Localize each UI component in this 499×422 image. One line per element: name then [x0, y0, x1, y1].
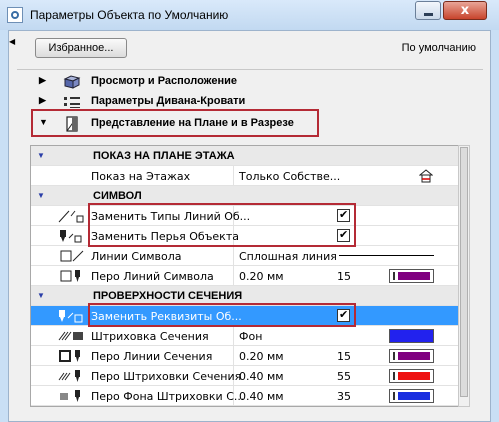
row-name: Перо Линии Сечения: [91, 350, 213, 363]
3d-box-icon: [63, 75, 81, 89]
table-row[interactable]: Перо Штриховки Сечения 0.40 мм 55: [31, 366, 459, 386]
cut-bg-pen-icon: [60, 390, 80, 402]
table-row[interactable]: Перо Линии Сечения 0.20 мм 15: [31, 346, 459, 366]
window-title: Параметры Объекта по Умолчанию: [30, 8, 229, 22]
row-value[interactable]: Сплошная линия: [239, 250, 337, 263]
group-collapse-icon[interactable]: ▼: [37, 191, 45, 200]
panel-label: Просмотр и Расположение: [91, 75, 237, 87]
settings-table: ▼ ПОКАЗ НА ПЛАНЕ ЭТАЖА Показ на Этажах Т…: [30, 145, 460, 407]
fill-override-icon: [59, 310, 83, 323]
panel-label: Параметры Дивана-Кровати: [91, 95, 246, 107]
row-value: 0.20 мм: [239, 270, 284, 283]
pen-number[interactable]: 15: [337, 350, 351, 363]
close-button[interactable]: x: [443, 1, 487, 20]
pen-number[interactable]: 35: [337, 390, 351, 403]
collapse-arrow-icon[interactable]: ◀: [9, 37, 15, 46]
group-label: ПРОВЕРХНОСТИ СЕЧЕНИЯ: [93, 290, 243, 302]
divider: [17, 69, 483, 70]
row-value[interactable]: Только Собстве...: [239, 170, 340, 183]
table-row[interactable]: Штриховка Сечения Фон: [31, 326, 459, 346]
story-icon: [419, 169, 433, 183]
symbol-line-icon: [60, 250, 84, 262]
row-name: Перо Линий Символа: [91, 270, 214, 283]
group-collapse-icon[interactable]: ▼: [37, 151, 45, 160]
pen-color-swatch[interactable]: [389, 389, 434, 403]
hatch-icon: [58, 331, 83, 341]
parameters-icon: [64, 97, 80, 108]
group-label: ПОКАЗ НА ПЛАНЕ ЭТАЖА: [93, 150, 235, 162]
table-row[interactable]: Линии Символа Сплошная линия: [31, 246, 459, 266]
pen-color-swatch[interactable]: [389, 349, 434, 363]
table-row[interactable]: Показ на Этажах Только Собстве...: [31, 166, 459, 186]
window: Параметры Объекта по Умолчанию x ◀ Избра…: [0, 0, 499, 422]
expand-arrow-icon[interactable]: ▶: [39, 95, 46, 106]
pen-icon: [60, 230, 82, 243]
expand-arrow-icon[interactable]: ▶: [39, 75, 46, 86]
table-row[interactable]: Перо Фона Штриховки С... 0.40 мм 35: [31, 386, 459, 406]
row-value: 0.40 мм: [239, 370, 284, 383]
title-bar[interactable]: Параметры Объекта по Умолчанию x: [0, 0, 499, 30]
row-name: Перо Штриховки Сечения: [91, 370, 242, 383]
cut-fill-pen-icon: [58, 370, 80, 382]
default-label: По умолчанию: [401, 42, 476, 54]
pen-number[interactable]: 55: [337, 370, 351, 383]
scrollbar-thumb[interactable]: [460, 147, 468, 397]
symbol-pen-icon: [60, 270, 80, 282]
highlight-panel: [31, 109, 319, 137]
panel-view-placement[interactable]: ▶ Просмотр и Расположение: [35, 73, 483, 91]
group-collapse-icon[interactable]: ▼: [37, 291, 45, 300]
line-type-icon: [58, 210, 84, 223]
row-name: Линии Символа: [91, 250, 182, 263]
minimize-button[interactable]: [415, 1, 441, 20]
highlight-fill-override: [88, 303, 356, 327]
row-value[interactable]: Фон: [239, 330, 262, 343]
row-value: 0.20 мм: [239, 350, 284, 363]
app-icon: [7, 7, 23, 23]
fill-color-swatch[interactable]: [389, 329, 434, 343]
row-name: Перо Фона Штриховки С...: [91, 390, 245, 403]
row-name: Штриховка Сечения: [91, 330, 209, 343]
pen-color-swatch[interactable]: [389, 269, 434, 283]
group-floor-plan[interactable]: ▼ ПОКАЗ НА ПЛАНЕ ЭТАЖА: [31, 146, 459, 166]
vertical-scrollbar[interactable]: [458, 145, 470, 407]
cut-line-pen-icon: [59, 350, 80, 362]
favorites-button[interactable]: Избранное...: [35, 38, 127, 58]
highlight-overrides: [88, 203, 356, 247]
pen-number[interactable]: 15: [337, 270, 351, 283]
line-type-sample: [339, 255, 434, 256]
close-icon: x: [460, 3, 470, 18]
pen-color-swatch[interactable]: [389, 369, 434, 383]
row-name: Показ на Этажах: [91, 170, 191, 183]
row-value: 0.40 мм: [239, 390, 284, 403]
group-label: СИМВОЛ: [93, 190, 142, 202]
table-row[interactable]: Перо Линий Символа 0.20 мм 15: [31, 266, 459, 286]
